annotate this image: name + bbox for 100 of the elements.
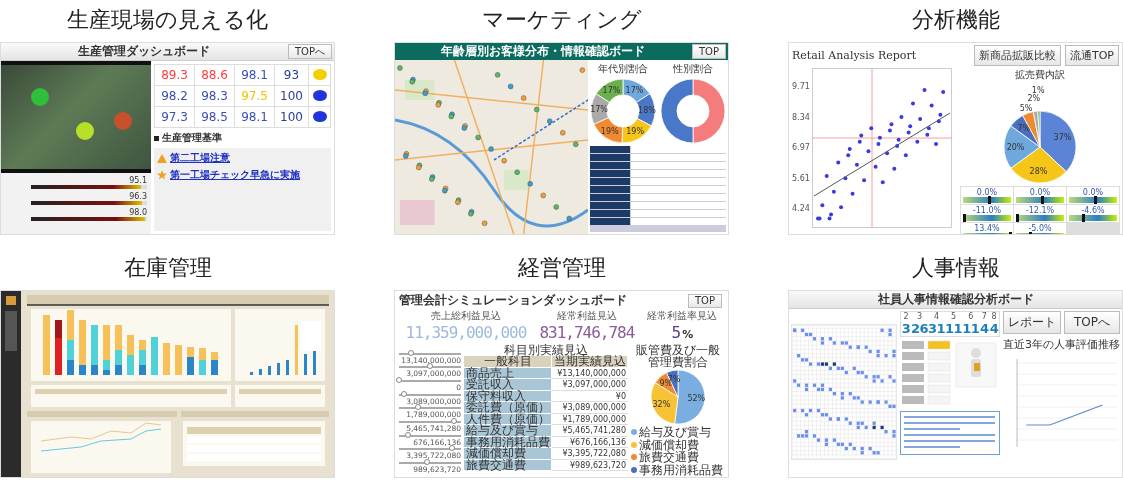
- dashboard-title: 生産管理ダッシュボード: [77, 43, 212, 60]
- section-heading: 生産現場の見える化: [67, 6, 268, 34]
- table-cell: 受託収入: [464, 379, 552, 391]
- slider-thumb[interactable]: [408, 349, 415, 356]
- data-label: 17%: [625, 85, 644, 95]
- axis-label: 4.24: [792, 204, 810, 213]
- slider-thumb[interactable]: [396, 377, 402, 384]
- section-heading: 在庫管理: [123, 254, 212, 282]
- legend-swatch: [631, 441, 637, 448]
- gauge-reading: -4.6%: [1081, 206, 1105, 215]
- legend-label: 旅費交通費: [639, 451, 699, 464]
- table-cell: 98.2: [155, 86, 195, 107]
- data-label: 32%: [652, 400, 670, 410]
- table-cell: ¥5,465,741,280: [552, 425, 628, 437]
- bullet-icon: [154, 135, 159, 141]
- kpi-value: 831,746,784: [539, 323, 635, 342]
- slider-track[interactable]: [399, 380, 461, 383]
- data-label: 20%: [1006, 142, 1025, 152]
- count-label: 2: [902, 312, 910, 321]
- report-title: Retail Analysis Report: [792, 49, 918, 62]
- table-title: 科目別実績見込: [504, 344, 588, 356]
- section-heading: 分析機能: [911, 6, 1000, 34]
- dashboard-title: 社員人事情報確認分析ボード: [876, 291, 1035, 308]
- gauge-reading: 95.1: [129, 176, 147, 185]
- chart-title: 直近3年の人事評価推移: [1003, 337, 1120, 352]
- count-value: 11: [962, 321, 980, 336]
- nav-button[interactable]: TOPへ: [1064, 311, 1120, 334]
- slider-thumb[interactable]: [405, 431, 412, 438]
- criteria-heading: 生産管理基準: [162, 131, 222, 145]
- slider-track[interactable]: [399, 434, 461, 437]
- table-cell: 100: [275, 107, 309, 128]
- data-label: 17%: [602, 85, 621, 95]
- count-label: 6: [967, 312, 975, 321]
- axis-label: 8.34: [792, 112, 810, 122]
- table-cell: 減価償却費: [464, 448, 552, 460]
- count-label: 5: [950, 312, 958, 321]
- notice-link[interactable]: 第二工場注意: [170, 151, 230, 165]
- nav-button[interactable]: 流通TOP: [1065, 45, 1119, 66]
- count-label: 7: [980, 312, 988, 321]
- slider-track[interactable]: [399, 462, 461, 465]
- kpi-label: 経常利益率見込: [647, 309, 718, 323]
- gauge-reading: -11.0%: [972, 206, 1002, 215]
- data-label: 52%: [686, 393, 705, 403]
- column-header: 当期実績見込: [552, 356, 628, 368]
- slider-track[interactable]: [399, 448, 461, 451]
- column-header: 一般科目: [464, 356, 552, 368]
- chart-title: 年代別割合: [598, 62, 648, 76]
- table-cell: ¥3,395,722,080: [552, 448, 628, 460]
- table-cell: 委託費（原価）: [464, 402, 552, 414]
- slider-track[interactable]: [399, 393, 461, 396]
- legend-swatch: [631, 429, 637, 436]
- data-label: 19%: [626, 127, 644, 137]
- axis-label: 5.61: [792, 173, 810, 183]
- data-label: 37%: [1053, 132, 1072, 142]
- count-label: 8: [990, 312, 998, 321]
- count-value: 11: [945, 321, 963, 336]
- nav-button[interactable]: レポート: [1003, 311, 1061, 334]
- table-cell: 100: [275, 86, 309, 107]
- table-cell: ¥3,097,000,000: [552, 379, 628, 391]
- notice-link[interactable]: 第一工場チェック早急に実施: [170, 168, 300, 182]
- kpi-label: 売上総利益見込: [430, 309, 501, 323]
- chart-title: 拡売費内訳: [1015, 68, 1065, 82]
- table-cell: 93: [275, 65, 309, 86]
- slider-track[interactable]: [399, 366, 461, 369]
- data-label: 19%: [600, 126, 619, 136]
- star-icon: [157, 170, 167, 180]
- data-label: 2%: [1027, 94, 1041, 104]
- slider-track[interactable]: [399, 352, 461, 355]
- dashboard-title: 管理会計シミュレーションダッシュボード: [399, 292, 628, 309]
- slider-track[interactable]: [399, 407, 461, 410]
- slider-track[interactable]: [399, 421, 461, 424]
- kpi-value: 11,359,000,000: [405, 323, 527, 342]
- chart-slice: [692, 78, 726, 144]
- top-button[interactable]: TOP: [692, 44, 726, 59]
- slider-thumb[interactable]: [423, 459, 430, 466]
- slider-thumb[interactable]: [448, 445, 455, 452]
- warning-icon: [157, 153, 167, 163]
- legend-swatch: [631, 454, 637, 461]
- table-cell: 98.1: [235, 65, 275, 86]
- top-button[interactable]: TOPへ: [288, 44, 332, 59]
- table-cell: 98.3: [195, 86, 235, 107]
- slider-thumb[interactable]: [427, 363, 433, 370]
- table-cell: 89.3: [155, 65, 195, 86]
- count-label: 4: [932, 312, 941, 321]
- legend-label: 減価償却費: [639, 438, 699, 451]
- slider-thumb[interactable]: [414, 404, 421, 411]
- kpi-value: 5: [671, 323, 681, 342]
- chart-slice: [660, 78, 694, 144]
- chart-title: 販管費及び一般管理費割合: [634, 344, 721, 368]
- gauge-reading: 0.0%: [1029, 188, 1051, 197]
- section-heading: マーケティング: [481, 6, 642, 34]
- table-cell: 98.5: [195, 107, 235, 128]
- slider-thumb[interactable]: [400, 390, 407, 397]
- table-cell: 97.5: [235, 86, 275, 107]
- gauge-reading: 98.0: [129, 208, 147, 217]
- slider-thumb[interactable]: [450, 418, 457, 425]
- top-button[interactable]: TOP: [688, 293, 722, 308]
- nav-button[interactable]: 新商品拡販比較: [974, 45, 1061, 66]
- axis-label: 9.71: [792, 82, 810, 91]
- legend-label: 事務用消耗品費: [639, 463, 723, 476]
